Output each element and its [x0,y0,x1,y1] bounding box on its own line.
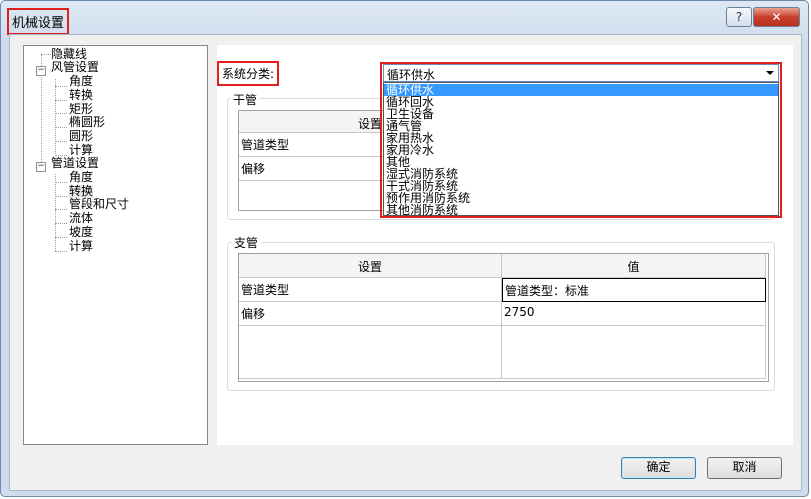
system-classification-label: 系统分类: [217,61,280,86]
tree-connector [55,79,56,156]
collapse-pipe-settings-icon[interactable]: − [36,162,46,172]
tree-item-segments-and-sizes[interactable]: 管段和尺寸 [69,198,129,211]
branch-pipe-title: 支管 [232,234,261,251]
branch-pipe-offset-value[interactable]: 2750 [502,302,766,326]
dialog-title: 机械设置 [7,8,70,35]
tree-item-fluids[interactable]: 流体 [69,212,93,225]
tree-connector [55,113,67,114]
tree-item-slopes[interactable]: 坡度 [69,226,93,239]
highlight-annotation [380,62,782,218]
branch-pipe-type-value[interactable]: 管道类型：标准 [502,278,766,302]
mechanical-settings-dialog: 机械设置 ? ✕ − − 隐藏线 风管设置 角度 转换 矩形 椭圆形 圆形 计算… [0,0,809,497]
branch-pipe-offset-setting: 偏移 [239,302,502,326]
title-bar[interactable]: 机械设置 ? ✕ [1,1,810,35]
tree-connector [55,223,67,224]
close-button[interactable]: ✕ [753,7,800,27]
branch-pipe-empty-row [502,326,766,379]
tree-connector [55,237,67,238]
tree-connector [55,174,56,251]
tree-connector [41,54,51,55]
tree-item-round[interactable]: 圆形 [69,130,93,143]
help-button[interactable]: ? [726,7,752,27]
cancel-button[interactable]: 取消 [707,457,782,479]
tree-connector [55,127,67,128]
main-pipe-title: 干管 [231,91,260,108]
tree-item-duct-angle[interactable]: 角度 [69,75,93,88]
tree-connector [55,86,67,87]
tree-item-duct-settings[interactable]: 风管设置 [51,61,99,74]
branch-pipe-type-setting: 管道类型 [239,278,502,302]
tree-connector [55,141,67,142]
tree-connector [55,182,67,183]
tree-item-pipe-settings[interactable]: 管道设置 [51,157,99,170]
collapse-duct-settings-icon[interactable]: − [36,66,46,76]
tree-connector [55,100,67,101]
tree-item-oval[interactable]: 椭圆形 [69,116,105,129]
branch-pipe-grid: 设置 值 管道类型 管道类型：标准 偏移 2750 [238,253,769,382]
tree-connector [55,209,67,210]
branch-pipe-header-value: 值 [502,254,766,278]
tree-item-pipe-angle[interactable]: 角度 [69,171,93,184]
ok-button[interactable]: 确定 [621,457,696,479]
tree-connector [55,196,67,197]
tree-item-duct-conversion[interactable]: 转换 [69,89,93,102]
branch-pipe-header-setting: 设置 [239,254,502,278]
tree-item-pipe-calculation[interactable]: 计算 [69,240,93,253]
settings-tree[interactable]: − − 隐藏线 风管设置 角度 转换 矩形 椭圆形 圆形 计算 管道设置 角度 … [23,45,208,445]
branch-pipe-empty-row [239,326,502,379]
tree-connector [55,251,67,252]
